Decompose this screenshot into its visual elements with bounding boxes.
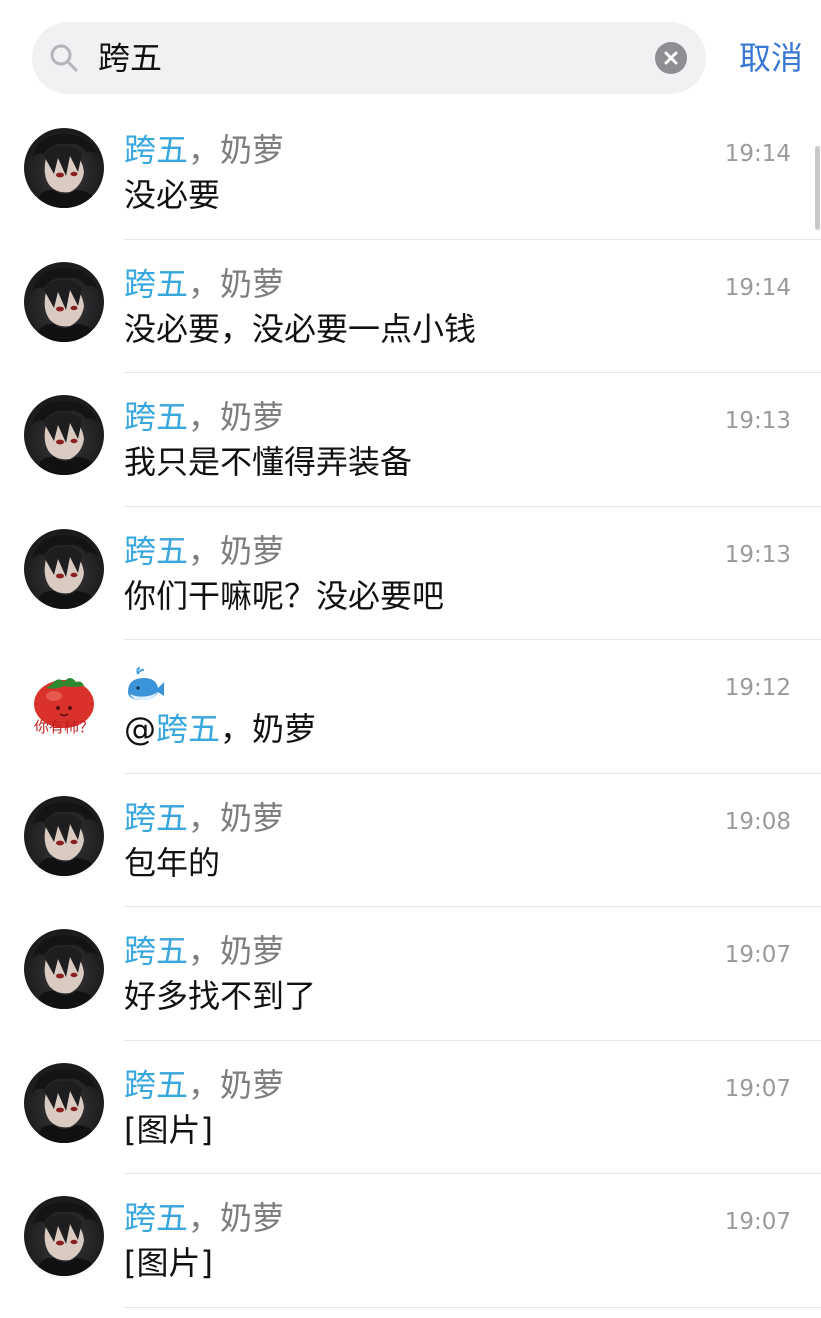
result-row[interactable]: 跨五，奶萝 [图片] 19:07 (0, 1041, 821, 1174)
name-highlight: 跨五 (124, 798, 189, 837)
message-preview: @跨五，奶萝 (124, 707, 316, 751)
result-row[interactable]: 跨五，奶萝 你们干嘛呢？没必要吧 19:13 (0, 507, 821, 640)
timestamp: 19:08 (724, 808, 791, 835)
timestamp: 19:13 (724, 408, 791, 434)
message-preview: [图片] (124, 1110, 213, 1149)
message-preview: [图片] (124, 1244, 213, 1282)
result-row[interactable]: 跨五，奶萝 包年的 19:08 (0, 774, 821, 907)
name-highlight: 跨五 (124, 398, 189, 436)
search-results-list: 跨五，奶萝 没必要 19:14 跨五，奶萝 没必要，没必要一点小钱 19:14 跨五，奶… (0, 106, 821, 1308)
name-highlight: 跨五 (124, 932, 189, 970)
message-rest: ，奶萝 (220, 710, 317, 748)
name-rest: ，奶萝 (188, 1199, 285, 1237)
cancel-button[interactable]: 取消 (739, 38, 803, 78)
name-rest: ，奶萝 (188, 1065, 285, 1104)
result-row[interactable]: 跨五，奶萝我只是不懂得弄装备 19:13 (0, 373, 821, 507)
name-rest: ，奶萝 (188, 932, 285, 970)
message-highlight: 跨五 (156, 710, 221, 748)
result-row[interactable]: 跨五，奶萝 没必要，没必要一点小钱 19:14 (0, 240, 821, 373)
scrollbar[interactable] (815, 146, 820, 230)
timestamp: 19:07 (724, 942, 791, 968)
message-preview: 没必要 (124, 176, 221, 214)
conversation-names: 跨五，奶萝 (124, 128, 284, 172)
timestamp: 19:14 (724, 141, 791, 167)
close-icon (664, 51, 678, 65)
dark-hair-avatar[interactable] (24, 1196, 104, 1276)
dark-hair-avatar[interactable] (24, 528, 104, 609)
conversation-names: 跨五，奶萝 (124, 529, 284, 573)
message-preview: 好多找不到了 (124, 977, 317, 1015)
dark-hair-avatar[interactable] (24, 395, 104, 475)
dark-hair-avatar[interactable] (24, 795, 104, 876)
timestamp: 19:12 (724, 675, 791, 701)
message-preview: 你们干嘛呢？没必要吧 (124, 576, 445, 615)
conversation-names: 跨五，奶萝 (124, 395, 284, 439)
result-row[interactable]: 跨五，奶萝好多找不到了 19:07 (0, 907, 821, 1041)
name-highlight: 跨五 (124, 1199, 189, 1237)
name-rest: ，奶萝 (188, 531, 285, 570)
name-highlight: 跨五 (124, 264, 189, 303)
name-rest: ，奶萝 (188, 798, 285, 837)
conversation-names: 跨五，奶萝 (124, 1196, 284, 1240)
dark-hair-avatar[interactable] (24, 128, 104, 208)
row-divider (124, 1306, 821, 1308)
result-row[interactable]: 跨五，奶萝没必要 19:14 (0, 106, 821, 240)
name-rest: ，奶萝 (188, 264, 285, 303)
conversation-names: 跨五，奶萝 (124, 262, 284, 306)
tomato-avatar[interactable]: 你有柿？ (24, 662, 104, 742)
search-icon (48, 42, 80, 74)
name-highlight: 跨五 (124, 531, 189, 570)
name-highlight: 跨五 (124, 131, 189, 169)
message-prefix: @ (124, 710, 156, 748)
dark-hair-avatar[interactable] (24, 1062, 104, 1143)
message-preview: 包年的 (124, 843, 221, 882)
whale-icon (124, 666, 168, 706)
conversation-names: 跨五，奶萝 (124, 929, 284, 973)
timestamp: 19:07 (724, 1209, 791, 1235)
dark-hair-avatar[interactable] (24, 261, 104, 342)
search-bar[interactable]: 跨五 (32, 22, 706, 94)
dark-hair-avatar[interactable] (24, 929, 104, 1009)
name-rest: ，奶萝 (188, 131, 285, 169)
clear-search-button[interactable] (655, 42, 687, 74)
result-row[interactable]: 跨五，奶萝 [图片] 19:07 (0, 1174, 821, 1308)
result-row[interactable]: 你有柿？ @跨五，奶萝 19:12 (0, 640, 821, 774)
conversation-names: 跨五，奶萝 (124, 796, 284, 840)
message-preview: 我只是不懂得弄装备 (124, 443, 413, 481)
message-preview: 没必要，没必要一点小钱 (124, 309, 477, 348)
conversation-names: 跨五，奶萝 (124, 1063, 284, 1107)
name-rest: ，奶萝 (188, 398, 285, 436)
search-input[interactable]: 跨五 (98, 36, 162, 80)
timestamp: 19:14 (724, 274, 791, 301)
avatar-caption: 你有柿？ (34, 718, 94, 736)
timestamp: 19:07 (724, 1075, 791, 1102)
name-highlight: 跨五 (124, 1065, 189, 1104)
timestamp: 19:13 (724, 541, 791, 568)
